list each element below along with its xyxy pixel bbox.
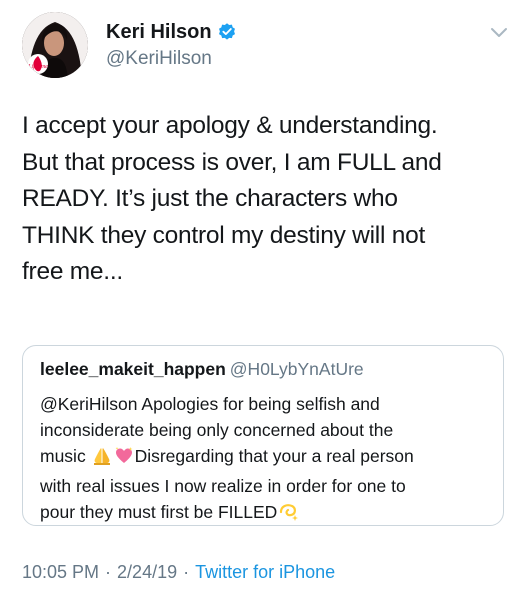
- sparkling-heart-icon: [114, 446, 134, 473]
- author-info[interactable]: Keri Hilson @KeriHilson: [106, 18, 237, 70]
- author-handle[interactable]: @KeriHilson: [106, 48, 237, 70]
- quoted-handle[interactable]: @H0LybYnAtUre: [230, 359, 364, 379]
- quoted-text-line: inconsiderate being only concerned about…: [40, 420, 394, 440]
- tweet-source-link[interactable]: Twitter for iPhone: [195, 562, 335, 582]
- tweet-text-line: But that process is over, I am FULL and: [22, 148, 442, 176]
- quoted-text-line: music Disregarding that your a real pers…: [40, 443, 492, 473]
- avatar-image: Lifetime: [22, 12, 88, 78]
- meta-separator: ·: [105, 562, 112, 582]
- avatar-badge-text: Lifetime: [27, 63, 48, 70]
- tweet-meta: 10:05 PM · 2/24/19 · Twitter for iPhone: [22, 562, 335, 583]
- display-name-row: Keri Hilson: [106, 18, 237, 46]
- quoted-tweet-header: leelee_makeit_happen @H0LybYnAtUre: [40, 359, 364, 380]
- tweet-menu-button[interactable]: [486, 22, 512, 44]
- praying-hands-icon: [92, 446, 112, 473]
- tweet-text-line: free me...: [22, 258, 123, 285]
- quoted-text-line: pour they must first be FILLED: [40, 499, 492, 529]
- verified-badge-icon: [217, 22, 237, 42]
- quoted-text-segment: music: [40, 446, 86, 466]
- meta-separator: ·: [183, 562, 190, 582]
- tweet-time[interactable]: 10:05 PM: [22, 562, 99, 582]
- display-name[interactable]: Keri Hilson: [106, 21, 212, 44]
- quoted-text-line: @KeriHilson Apologies for being selfish …: [40, 394, 380, 414]
- quoted-tweet-body: @KeriHilson Apologies for being selfish …: [40, 391, 492, 529]
- tweet-header: Lifetime Keri Hilson @KeriHilson: [22, 12, 512, 82]
- tweet-text-line: READY. It’s just the characters who: [22, 185, 398, 212]
- quoted-text-segment: pour they must first be FILLED: [40, 502, 278, 522]
- quoted-display-name[interactable]: leelee_makeit_happen: [40, 359, 226, 379]
- tweet-text-line: I accept your apology & understanding.: [22, 112, 438, 139]
- tweet-date[interactable]: 2/24/19: [117, 562, 177, 582]
- tweet-body: I accept your apology & understanding. B…: [22, 108, 510, 291]
- chevron-down-icon: [491, 28, 507, 37]
- quoted-text-line: with real issues I now realize in order …: [40, 476, 406, 496]
- quoted-text-segment: Disregarding that your a real person: [134, 446, 414, 466]
- tweet-text-line: THINK they control my destiny will not: [22, 221, 426, 249]
- avatar[interactable]: Lifetime: [22, 12, 88, 78]
- tweet-card: Lifetime Keri Hilson @KeriHilson I accep…: [0, 0, 528, 600]
- quoted-tweet[interactable]: leelee_makeit_happen @H0LybYnAtUre @KeriH…: [22, 345, 504, 526]
- dizzy-icon: [278, 502, 300, 529]
